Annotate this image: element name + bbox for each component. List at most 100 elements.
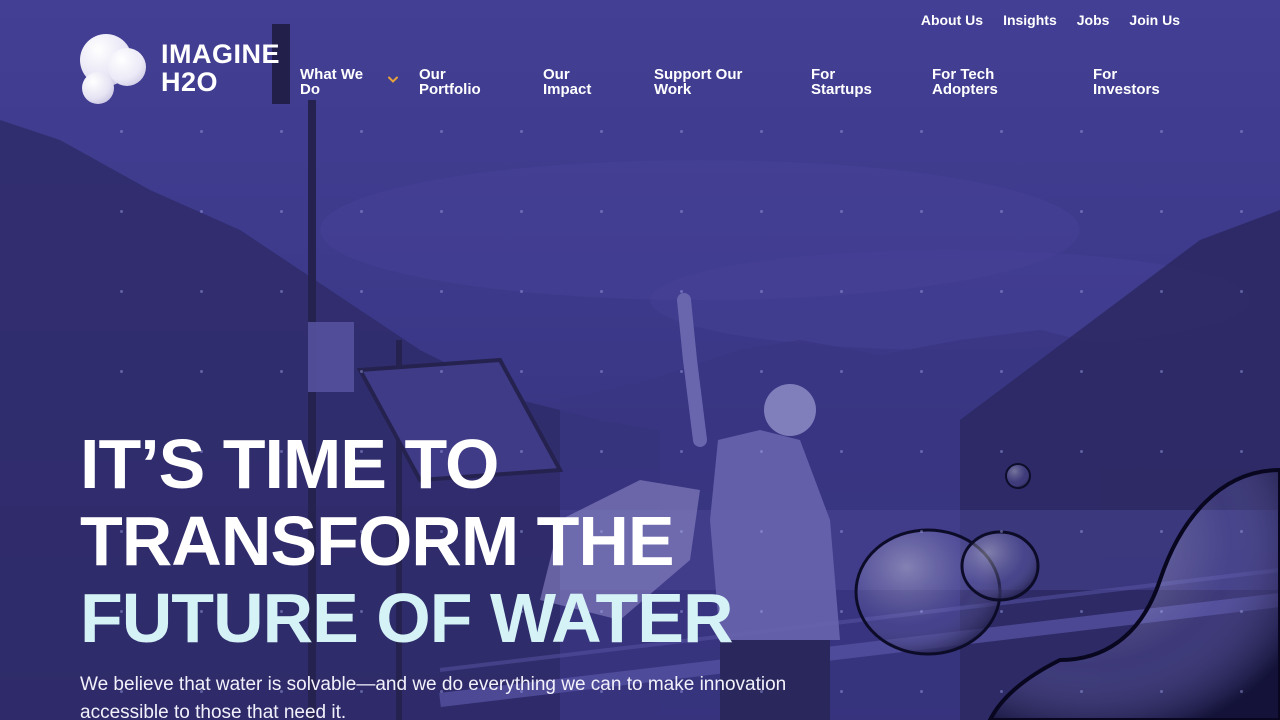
- grid-dot: [1160, 530, 1163, 533]
- grid-dot: [1080, 610, 1083, 613]
- grid-dot: [840, 370, 843, 373]
- site-logo[interactable]: IMAGINE H2O: [80, 34, 290, 104]
- grid-dot: [520, 210, 523, 213]
- grid-dot: [1160, 370, 1163, 373]
- grid-dot: [920, 130, 923, 133]
- grid-dot: [520, 130, 523, 133]
- nav-item-our-portfolio[interactable]: Our Portfolio: [419, 67, 489, 97]
- grid-dot: [1080, 130, 1083, 133]
- nav-item-for-startups[interactable]: For Startups: [811, 67, 881, 97]
- grid-dot: [1240, 690, 1243, 693]
- grid-dot: [760, 450, 763, 453]
- logo-text-line2: H2O: [161, 67, 219, 97]
- grid-dot: [1160, 450, 1163, 453]
- grid-dot: [440, 290, 443, 293]
- grid-dot: [1160, 210, 1163, 213]
- hero-headline-line2: TRANSFORM THE: [80, 502, 675, 580]
- grid-dot: [840, 610, 843, 613]
- grid-dot: [360, 370, 363, 373]
- grid-dot: [200, 130, 203, 133]
- grid-dot: [200, 370, 203, 373]
- grid-dot: [1240, 290, 1243, 293]
- hero-subtitle: We believe that water is solvable—and we…: [80, 674, 787, 720]
- grid-dot: [1000, 290, 1003, 293]
- grid-dot: [120, 210, 123, 213]
- grid-dot: [760, 210, 763, 213]
- grid-dot: [920, 370, 923, 373]
- nav-item-support-our-work[interactable]: Support Our Work: [654, 67, 754, 97]
- grid-dot: [360, 130, 363, 133]
- grid-dot: [680, 210, 683, 213]
- grid-dot: [920, 210, 923, 213]
- logo-text-line1: IMAGINE: [161, 39, 281, 69]
- grid-dot: [1080, 210, 1083, 213]
- grid-dot: [840, 290, 843, 293]
- grid-dot: [760, 370, 763, 373]
- grid-dot: [760, 610, 763, 613]
- grid-dot: [920, 530, 923, 533]
- grid-dot: [280, 370, 283, 373]
- grid-dot: [840, 690, 843, 693]
- top-link-insights[interactable]: Insights: [1003, 12, 1057, 28]
- grid-dot: [1080, 530, 1083, 533]
- grid-dot: [760, 130, 763, 133]
- nav-item-for-investors[interactable]: For Investors: [1093, 67, 1173, 97]
- grid-dot: [1240, 530, 1243, 533]
- grid-dot: [760, 530, 763, 533]
- grid-dot: [1160, 290, 1163, 293]
- top-link-join-us[interactable]: Join Us: [1129, 12, 1180, 28]
- grid-dot: [680, 290, 683, 293]
- chevron-down-icon[interactable]: [388, 76, 398, 84]
- grid-dot: [1000, 610, 1003, 613]
- hero-headline-line3: FUTURE OF WATER: [80, 579, 734, 657]
- grid-dot: [840, 530, 843, 533]
- grid-dot: [1240, 610, 1243, 613]
- grid-dot: [920, 690, 923, 693]
- hero-headline-line1: IT’S TIME TO: [80, 425, 499, 503]
- grid-dot: [440, 370, 443, 373]
- grid-dot: [1000, 690, 1003, 693]
- bubbles-logo-icon: [80, 34, 152, 104]
- grid-dot: [280, 210, 283, 213]
- grid-dot: [600, 290, 603, 293]
- grid-dot: [1160, 130, 1163, 133]
- grid-dot: [920, 290, 923, 293]
- grid-dot: [440, 210, 443, 213]
- grid-dot: [200, 210, 203, 213]
- grid-dot: [1080, 290, 1083, 293]
- grid-dot: [120, 370, 123, 373]
- grid-dot: [600, 130, 603, 133]
- grid-dot: [680, 130, 683, 133]
- grid-dot: [1080, 690, 1083, 693]
- grid-dot: [680, 370, 683, 373]
- grid-dot: [1240, 370, 1243, 373]
- nav-item-our-impact[interactable]: Our Impact: [543, 67, 603, 97]
- grid-dot: [280, 130, 283, 133]
- grid-dot: [200, 290, 203, 293]
- grid-dot: [920, 450, 923, 453]
- grid-dot: [760, 290, 763, 293]
- grid-dot: [840, 130, 843, 133]
- grid-dot: [1240, 130, 1243, 133]
- grid-dot: [1000, 530, 1003, 533]
- grid-dot: [360, 290, 363, 293]
- nav-item-what-we-do[interactable]: What We Do: [300, 67, 372, 97]
- grid-dot: [920, 610, 923, 613]
- grid-dot: [120, 290, 123, 293]
- utility-nav: About Us Insights Jobs Join Us: [921, 12, 1180, 28]
- nav-item-for-tech-adopters[interactable]: For Tech Adopters: [932, 67, 1022, 97]
- grid-dot: [520, 370, 523, 373]
- grid-dot: [840, 210, 843, 213]
- grid-dot: [1080, 370, 1083, 373]
- grid-dot: [1160, 690, 1163, 693]
- grid-dot: [1000, 370, 1003, 373]
- grid-dot: [1080, 450, 1083, 453]
- grid-dot: [520, 290, 523, 293]
- grid-dot: [1240, 450, 1243, 453]
- grid-dot: [120, 130, 123, 133]
- top-link-about-us[interactable]: About Us: [921, 12, 983, 28]
- top-link-jobs[interactable]: Jobs: [1077, 12, 1110, 28]
- grid-dot: [1160, 610, 1163, 613]
- grid-dot: [840, 450, 843, 453]
- grid-dot: [1000, 210, 1003, 213]
